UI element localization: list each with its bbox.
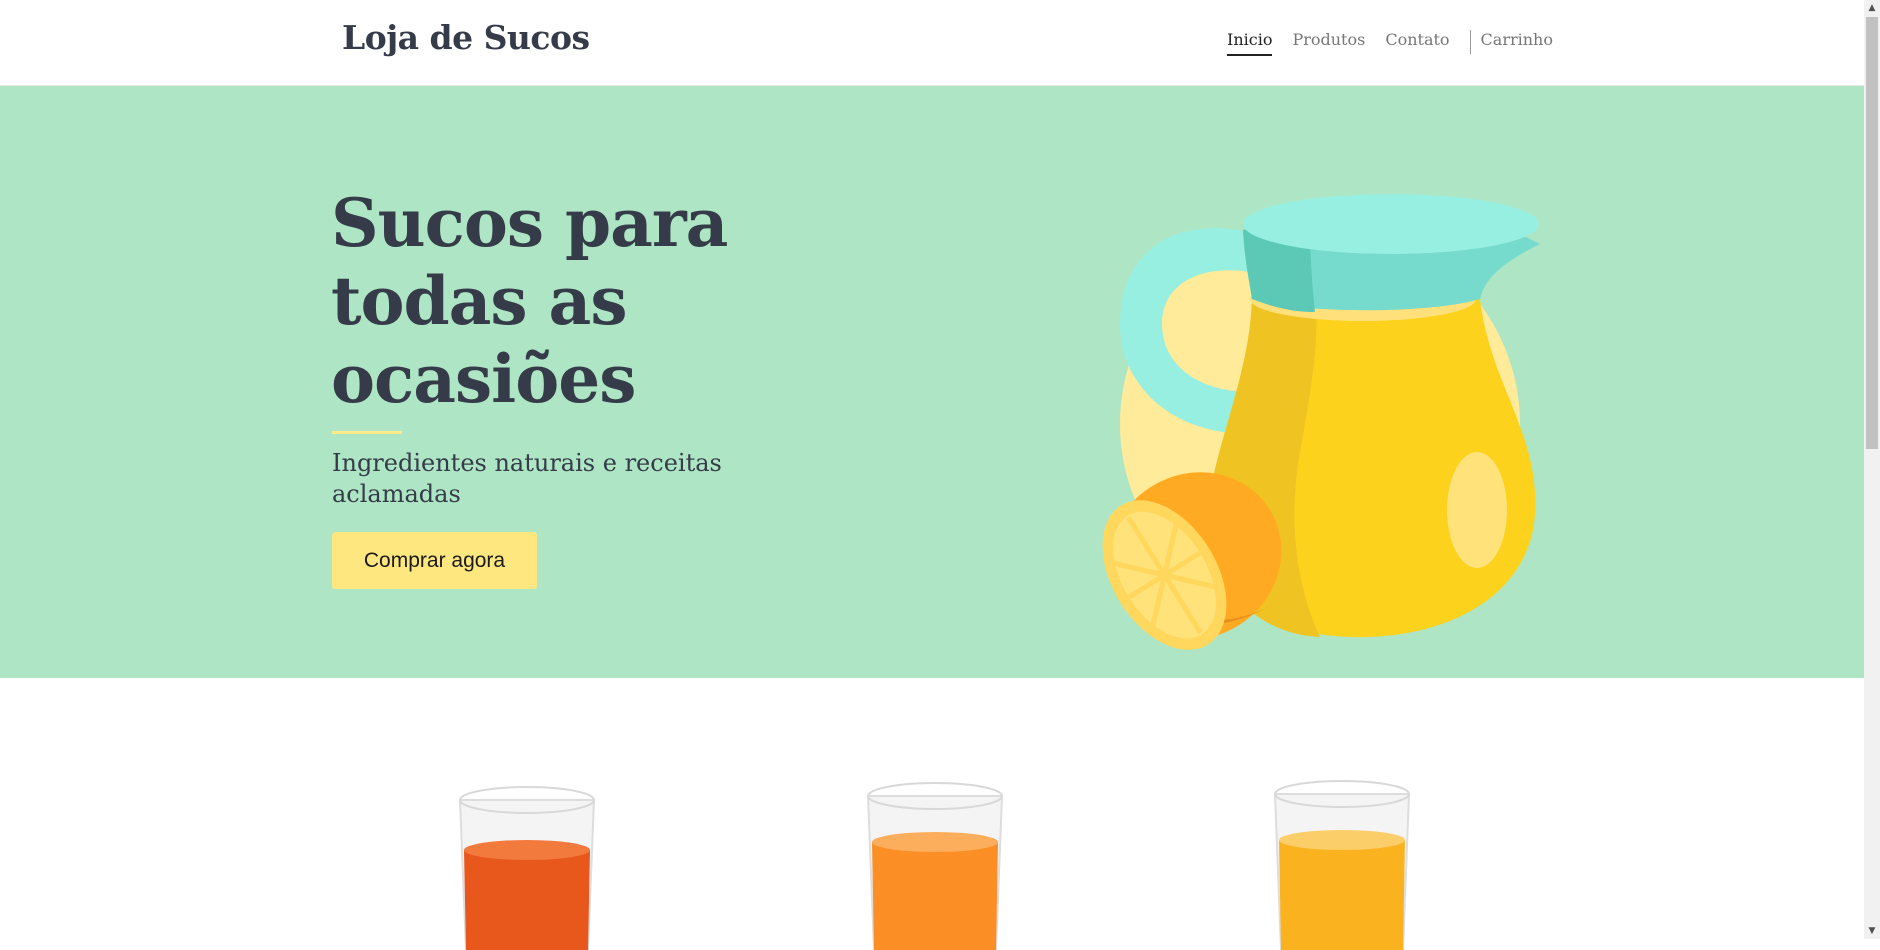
scrollbar-thumb[interactable]	[1866, 17, 1878, 449]
nav-link-produtos[interactable]: Produtos	[1292, 28, 1365, 54]
brand-logo[interactable]: Loja de Sucos	[342, 16, 590, 60]
buy-now-button[interactable]: Comprar agora	[332, 532, 537, 589]
vertical-scrollbar[interactable]: ▲ ▼	[1864, 0, 1880, 939]
scroll-down-arrow-icon[interactable]: ▼	[1864, 923, 1880, 939]
hero-subtitle: Ingredientes naturais e receitas aclamad…	[332, 449, 722, 508]
hero-section: Sucos para todas as ocasiões Ingrediente…	[0, 86, 1864, 678]
yellow-juice-glass-icon[interactable]	[1267, 780, 1417, 950]
products-section	[0, 678, 1864, 950]
hero-title: Sucos para todas as ocasiões	[331, 184, 728, 418]
orange-juice-glass-icon[interactable]	[860, 780, 1010, 950]
red-orange-juice-glass-icon[interactable]	[452, 780, 602, 950]
nav-link-contato[interactable]: Contato	[1385, 28, 1449, 54]
hero-accent-rule	[332, 431, 402, 434]
site-header: Loja de Sucos Inicio Produtos Contato Ca…	[0, 0, 1864, 86]
nav-link-carrinho[interactable]: Carrinho	[1481, 28, 1553, 54]
scroll-up-arrow-icon[interactable]: ▲	[1864, 0, 1880, 16]
nav-link-inicio[interactable]: Inicio	[1227, 28, 1273, 56]
main-nav: Inicio Produtos Contato Carrinho	[1227, 28, 1573, 58]
nav-divider	[1469, 30, 1471, 54]
juice-pitcher-with-orange-icon	[1102, 194, 1540, 650]
